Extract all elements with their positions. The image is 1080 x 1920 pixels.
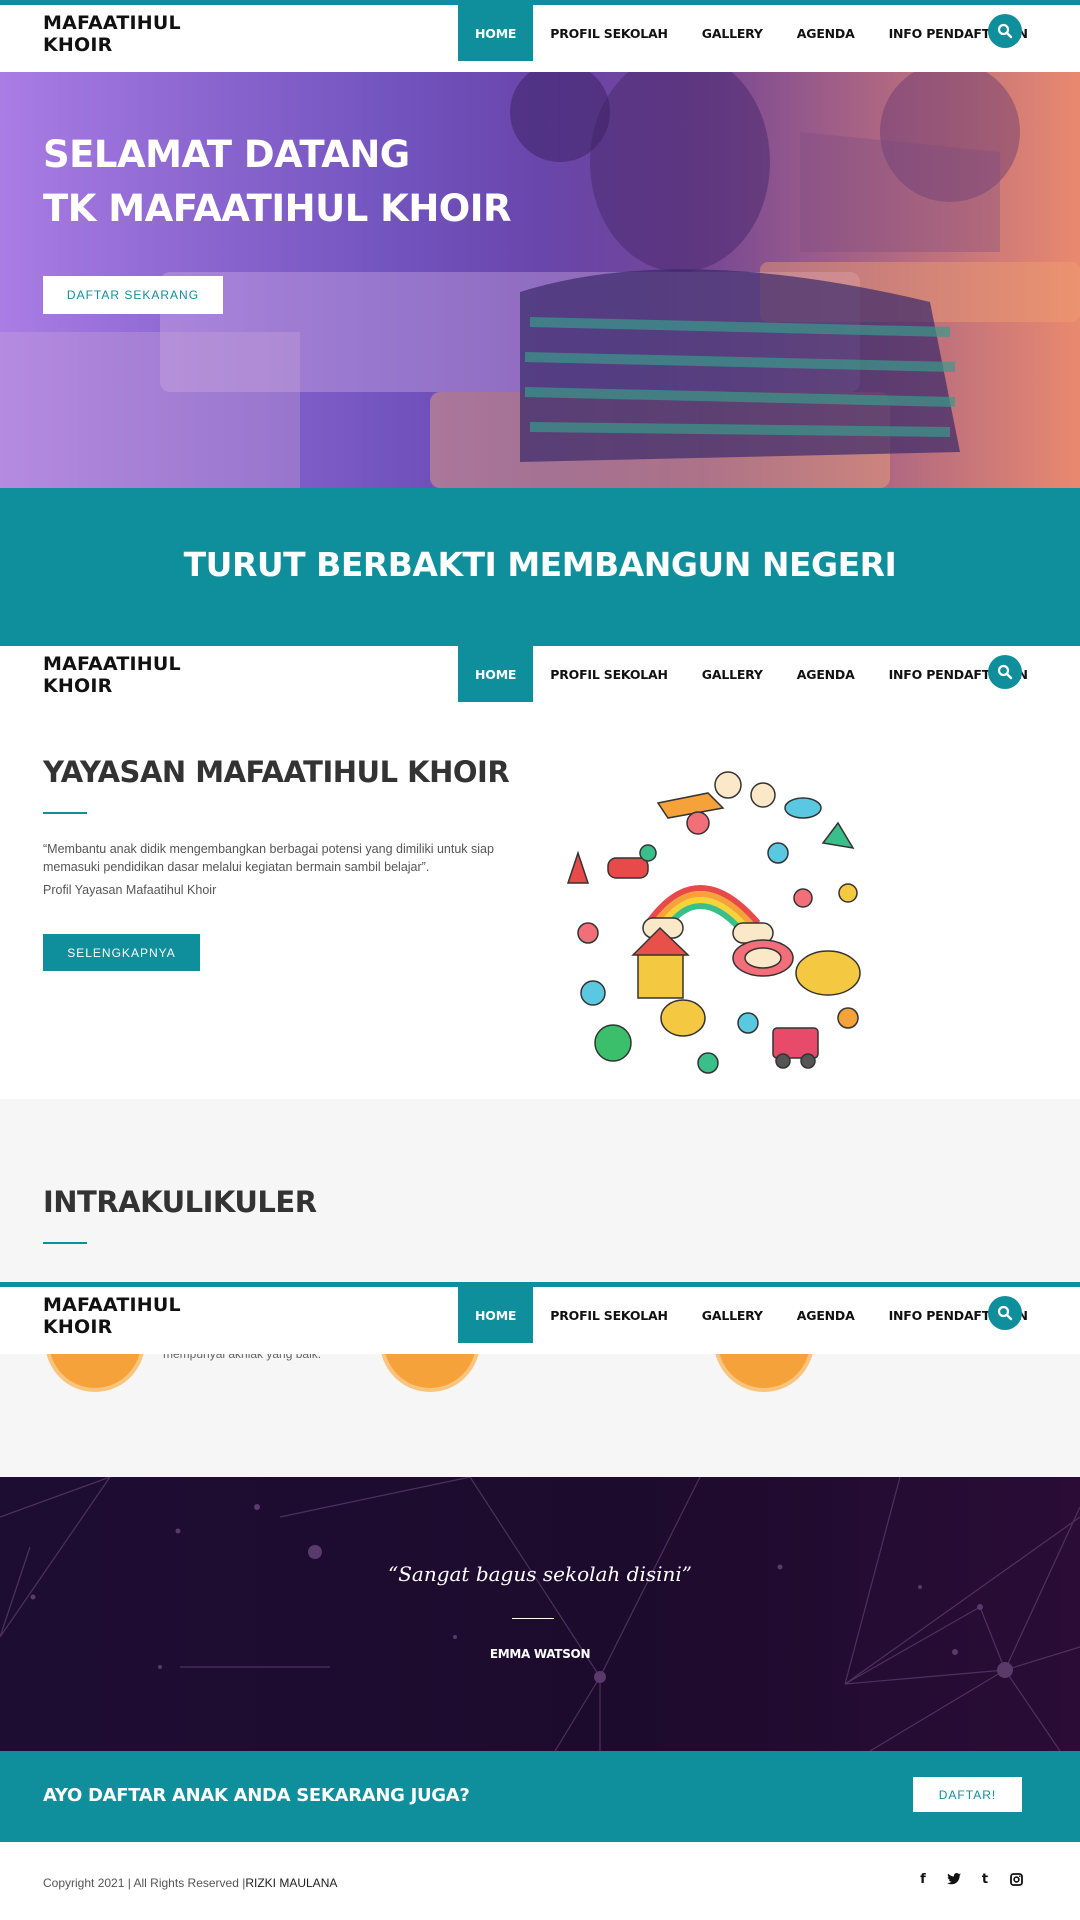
search-button[interactable] — [988, 1296, 1022, 1330]
daftar-sekarang-button[interactable]: DAFTAR SEKARANG — [43, 276, 223, 314]
brand-line1: MAFAATIHUL — [43, 12, 181, 34]
nav-menu: HOME PROFIL SEKOLAH GALLERY AGENDA INFO … — [458, 1287, 1045, 1354]
nav-agenda[interactable]: AGENDA — [780, 5, 872, 61]
hero-section: SELAMAT DATANG TK MAFAATIHUL KHOIR DAFTA… — [0, 72, 1080, 488]
about-accent-line — [43, 812, 87, 814]
nav-home[interactable]: HOME — [458, 1287, 534, 1343]
social-links: f t — [916, 1872, 1023, 1887]
brand-line2: KHOIR — [43, 34, 113, 56]
nav-profil-sekolah[interactable]: PROFIL SEKOLAH — [533, 646, 685, 702]
brand-line1: MAFAATIHUL — [43, 1294, 181, 1316]
author-name[interactable]: RIZKI MAULANA — [245, 1876, 337, 1890]
copyright-label: Copyright 2021 | All Rights Reserved | — [43, 1876, 246, 1890]
cta-section: AYO DAFTAR ANAK ANDA SEKARANG JUGA? DAFT… — [0, 1751, 1080, 1842]
navbar-sticky-3: MAFAATIHUL KHOIR HOME PROFIL SEKOLAH GAL… — [0, 1282, 1080, 1354]
testimonial-section: “Sangat bagus sekolah disini” EMMA WATSO… — [0, 1477, 1080, 1751]
intra-accent-line — [43, 1242, 87, 1244]
brand-logo[interactable]: MAFAATIHUL KHOIR — [43, 12, 181, 56]
nav-gallery[interactable]: GALLERY — [685, 5, 780, 61]
testimonial-divider — [512, 1618, 554, 1619]
brand-line2: KHOIR — [43, 675, 113, 697]
nav-menu: HOME PROFIL SEKOLAH GALLERY AGENDA INFO … — [458, 646, 1045, 713]
nav-home[interactable]: HOME — [458, 646, 534, 702]
constellation-background — [0, 1477, 1080, 1751]
tagline-text: TURUT BERBAKTI MEMBANGUN NEGERI — [183, 545, 897, 584]
brand-line1: MAFAATIHUL — [43, 653, 181, 675]
instagram-icon[interactable] — [1009, 1872, 1023, 1886]
intra-title: INTRAKULIKULER — [43, 1185, 317, 1219]
kids-doodle-illustration — [556, 771, 876, 1091]
nav-profil-sekolah[interactable]: PROFIL SEKOLAH — [533, 1287, 685, 1343]
about-caption: Profil Yayasan Mafaatihul Khoir — [43, 883, 217, 897]
nav-menu: HOME PROFIL SEKOLAH GALLERY AGENDA INFO … — [458, 5, 1045, 72]
navbar-sticky-2: MAFAATIHUL KHOIR HOME PROFIL SEKOLAH GAL… — [0, 641, 1080, 713]
hero-title-line2: TK MAFAATIHUL KHOIR — [43, 187, 512, 230]
selengkapnya-button[interactable]: SELENGKAPNYA — [43, 934, 200, 971]
hero-title: SELAMAT DATANG TK MAFAATIHUL KHOIR — [43, 128, 512, 236]
cta-title: AYO DAFTAR ANAK ANDA SEKARANG JUGA? — [43, 1785, 470, 1806]
tumblr-icon[interactable]: t — [978, 1872, 992, 1887]
twitter-icon[interactable] — [947, 1872, 961, 1886]
testimonial-quote: “Sangat bagus sekolah disini” — [387, 1562, 693, 1586]
search-button[interactable] — [988, 655, 1022, 689]
nav-profil-sekolah[interactable]: PROFIL SEKOLAH — [533, 5, 685, 61]
brand-logo[interactable]: MAFAATIHUL KHOIR — [43, 653, 181, 697]
brand-line2: KHOIR — [43, 1316, 113, 1338]
nav-home[interactable]: HOME — [458, 5, 534, 61]
nav-gallery[interactable]: GALLERY — [685, 646, 780, 702]
nav-agenda[interactable]: AGENDA — [780, 646, 872, 702]
about-title: YAYASAN MAFAATIHUL KHOIR — [43, 755, 510, 789]
search-icon — [997, 1305, 1013, 1321]
facebook-icon[interactable]: f — [916, 1872, 930, 1887]
nav-gallery[interactable]: GALLERY — [685, 1287, 780, 1343]
search-icon — [997, 23, 1013, 39]
hero-title-line1: SELAMAT DATANG — [43, 133, 410, 176]
tagline-section: TURUT BERBAKTI MEMBANGUN NEGERI — [0, 488, 1080, 641]
footer: Copyright 2021 | All Rights Reserved |RI… — [0, 1842, 1080, 1920]
about-section: YAYASAN MAFAATIHUL KHOIR “Membantu anak … — [0, 713, 1080, 1099]
search-icon — [997, 664, 1013, 680]
daftar-button[interactable]: DAFTAR! — [913, 1777, 1022, 1812]
testimonial-author: EMMA WATSON — [489, 1647, 591, 1661]
brand-logo[interactable]: MAFAATIHUL KHOIR — [43, 1294, 181, 1338]
about-quote: “Membantu anak didik mengembangkan berba… — [43, 842, 494, 874]
nav-agenda[interactable]: AGENDA — [780, 1287, 872, 1343]
navbar-top: MAFAATIHUL KHOIR HOME PROFIL SEKOLAH GAL… — [0, 0, 1080, 72]
copyright-text: Copyright 2021 | All Rights Reserved |RI… — [43, 1876, 337, 1890]
search-button[interactable] — [988, 14, 1022, 48]
